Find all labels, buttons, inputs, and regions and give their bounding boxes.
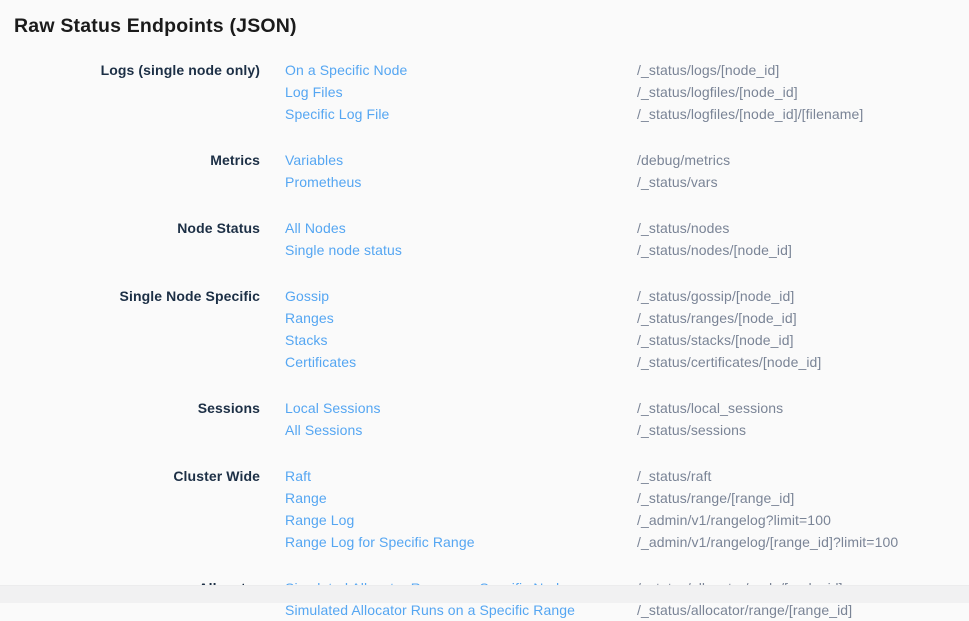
endpoint-section: MetricsVariables/debug/metricsPrometheus… [0,149,969,193]
endpoint-link[interactable]: All Sessions [285,422,362,438]
endpoint-row: Log Files /_status/logfiles/[node_id] [0,81,969,103]
category-label: Single Node Specific [0,285,285,307]
raw-status-endpoints-page: Raw Status Endpoints (JSON) Logs (single… [0,0,969,603]
endpoint-section: Logs (single node only)On a Specific Nod… [0,59,969,125]
endpoint-path: /_status/gossip/[node_id] [637,285,969,307]
endpoint-path: /_status/nodes [637,217,969,239]
endpoint-link-cell: Single node status [285,239,637,261]
endpoint-link-cell: Gossip [285,285,637,307]
endpoint-path: /_admin/v1/rangelog?limit=100 [637,509,969,531]
endpoints-table: Logs (single node only)On a Specific Nod… [0,59,969,621]
endpoint-row: Range Log /_admin/v1/rangelog?limit=100 [0,509,969,531]
endpoint-path: /_status/certificates/[node_id] [637,351,969,373]
footer-strip [0,585,969,603]
endpoint-link[interactable]: Stacks [285,332,328,348]
category-label [0,329,285,351]
endpoint-path: /_status/vars [637,171,969,193]
endpoint-link[interactable]: Prometheus [285,174,361,190]
endpoint-link[interactable]: Gossip [285,288,329,304]
endpoint-row: Specific Log File /_status/logfiles/[node… [0,103,969,125]
endpoint-path: /_status/logs/[node_id] [637,59,969,81]
category-label: Node Status [0,217,285,239]
endpoint-path: /debug/metrics [637,149,969,171]
endpoint-link-cell: Prometheus [285,171,637,193]
endpoint-link[interactable]: Variables [285,152,343,168]
endpoint-link-cell: On a Specific Node [285,59,637,81]
endpoint-link[interactable]: Raft [285,468,311,484]
endpoint-section: Cluster WideRaft /_status/raft Range /_stat… [0,465,969,553]
endpoint-link-cell: Raft [285,465,637,487]
category-label [0,531,285,553]
endpoint-link-cell: Ranges [285,307,637,329]
endpoint-link[interactable]: Range Log [285,512,354,528]
endpoint-link[interactable]: Range [285,490,327,506]
endpoint-path: /_status/logfiles/[node_id] [637,81,969,103]
category-label: Metrics [0,149,285,171]
endpoint-section: Single Node SpecificGossip /_status/gossi… [0,285,969,373]
endpoint-path: /_admin/v1/rangelog/[range_id]?limit=100 [637,531,969,553]
endpoint-row: Range Log for Specific Range /_admin/v1/r… [0,531,969,553]
endpoint-row: Certificates /_status/certificates/[node_… [0,351,969,373]
endpoint-link-cell: Stacks [285,329,637,351]
endpoint-link-cell: Range [285,487,637,509]
endpoint-path: /_status/nodes/[node_id] [637,239,969,261]
endpoint-path: /_status/local_sessions [637,397,969,419]
endpoint-link[interactable]: Ranges [285,310,334,326]
endpoint-link-cell: All Sessions [285,419,637,441]
endpoint-row: Node StatusAll Nodes /_status/nodes [0,217,969,239]
endpoint-row: MetricsVariables/debug/metrics [0,149,969,171]
endpoint-row: Single Node SpecificGossip /_status/gossi… [0,285,969,307]
endpoint-row: Stacks /_status/stacks/[node_id] [0,329,969,351]
endpoint-link[interactable]: On a Specific Node [285,62,407,78]
endpoint-section: Node StatusAll Nodes/_status/nodesSingle… [0,217,969,261]
category-label [0,307,285,329]
endpoint-link[interactable]: Local Sessions [285,400,381,416]
endpoint-row: Single node status /_status/nodes/[node_i… [0,239,969,261]
endpoint-link-cell: Variables [285,149,637,171]
endpoint-link[interactable]: All Nodes [285,220,346,236]
endpoint-row: Range /_status/range/[range_id] [0,487,969,509]
endpoint-link-cell: All Nodes [285,217,637,239]
category-label: Logs (single node only) [0,59,285,81]
category-label [0,509,285,531]
endpoint-link-cell: Log Files [285,81,637,103]
endpoint-link-cell: Certificates [285,351,637,373]
category-label: Sessions [0,397,285,419]
endpoint-path: /_status/ranges/[node_id] [637,307,969,329]
endpoint-row: Logs (single node only)On a Specific Nod… [0,59,969,81]
category-label [0,103,285,125]
endpoint-link-cell: Specific Log File [285,103,637,125]
endpoint-row: All Sessions /_status/sessions [0,419,969,441]
category-label [0,81,285,103]
endpoint-row: SessionsLocal Sessions /_status/local_ses… [0,397,969,419]
endpoint-path: /_status/logfiles/[node_id]/[filename] [637,103,969,125]
endpoint-row: Ranges /_status/ranges/[node_id] [0,307,969,329]
endpoint-link-cell: Local Sessions [285,397,637,419]
endpoint-link[interactable]: Log Files [285,84,343,100]
endpoint-link[interactable]: Range Log for Specific Range [285,534,475,550]
category-label: Cluster Wide [0,465,285,487]
endpoint-path: /_status/raft [637,465,969,487]
endpoint-link-cell: Range Log for Specific Range [285,531,637,553]
endpoint-link[interactable]: Specific Log File [285,106,389,122]
endpoint-link[interactable]: Certificates [285,354,356,370]
endpoint-link-cell: Range Log [285,509,637,531]
endpoint-section: SessionsLocal Sessions /_status/local_ses… [0,397,969,441]
endpoint-path: /_status/stacks/[node_id] [637,329,969,351]
endpoint-path: /_status/sessions [637,419,969,441]
category-label [0,487,285,509]
endpoint-link[interactable]: Single node status [285,242,402,258]
endpoint-link[interactable]: Simulated Allocator Runs on a Specific R… [285,602,575,618]
category-label [0,351,285,373]
category-label [0,171,285,193]
endpoint-row: Prometheus /_status/vars [0,171,969,193]
category-label [0,239,285,261]
page-title: Raw Status Endpoints (JSON) [0,0,969,38]
endpoint-path: /_status/range/[range_id] [637,487,969,509]
endpoint-row: Cluster WideRaft /_status/raft [0,465,969,487]
category-label [0,419,285,441]
